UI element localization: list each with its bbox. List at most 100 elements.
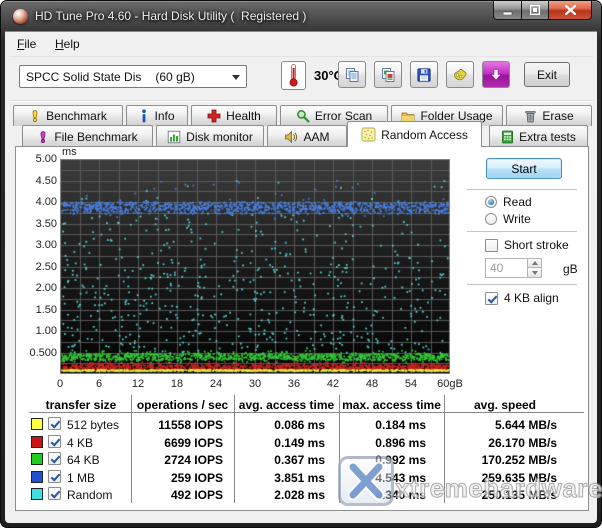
trash-icon [524, 109, 537, 123]
checkbox-checked-icon [485, 292, 498, 305]
col-header-max-access: max. access time [341, 398, 442, 412]
align-checkbox[interactable]: 4 KB align [485, 291, 559, 305]
tab-extra-tests[interactable]: Extra tests [489, 125, 588, 147]
tab-random-access[interactable]: Random Access [347, 121, 482, 147]
table-column-rule [234, 395, 235, 503]
series-checkbox[interactable] [48, 487, 61, 500]
copy-image-button[interactable] [374, 61, 402, 88]
save-icon [416, 67, 432, 83]
down-arrow-icon [489, 68, 503, 82]
file-benchmark-icon [37, 130, 49, 144]
x-tick-label: 54 [391, 378, 431, 390]
copy-icon [344, 67, 360, 83]
series-color-swatch [31, 453, 43, 465]
y-tick-label: 4.50 [36, 175, 57, 187]
separator [467, 231, 577, 233]
y-tick-label: 4.00 [36, 196, 57, 208]
hand-icon [452, 67, 468, 83]
tab-health[interactable]: Health [191, 105, 277, 126]
screenshot: HD Tune Pro 4.60 - Hard Disk Utility ( R… [0, 0, 602, 528]
drive-name: SPCC Solid State Dis [26, 70, 141, 84]
series-color-swatch [31, 488, 43, 500]
watermark-logo [338, 456, 394, 506]
minimize-button[interactable] [493, 1, 522, 20]
table-column-rule [131, 395, 132, 503]
calculator-icon [501, 130, 514, 144]
checkbox-unchecked-icon [485, 239, 498, 252]
y-axis-unit-label: ms [62, 146, 77, 158]
series-color-swatch [31, 436, 43, 448]
start-button[interactable]: Start [486, 158, 562, 179]
series-checkbox[interactable] [48, 435, 61, 448]
x-tick-label: 36 [274, 378, 314, 390]
close-icon [565, 5, 576, 15]
title-bar: HD Tune Pro 4.60 - Hard Disk Utility ( R… [1, 1, 601, 31]
window-controls [493, 1, 592, 20]
menu-file[interactable]: File [17, 37, 36, 51]
speaker-icon [284, 130, 298, 144]
series-color-swatch [31, 418, 43, 430]
app-icon [13, 9, 28, 24]
close-button[interactable] [549, 1, 592, 20]
chevron-down-icon [232, 75, 240, 80]
short-stroke-size-input[interactable] [485, 258, 527, 278]
y-axis-tick-labels: 0.5001.001.502.002.503.003.504.004.505.0… [19, 159, 57, 374]
x-tick-label: 6 [79, 378, 119, 390]
separator [467, 284, 577, 286]
y-tick-label: 2.50 [36, 261, 57, 273]
menu-help[interactable]: Help [55, 37, 80, 51]
magnifier-icon [296, 109, 310, 123]
short-stroke-checkbox[interactable]: Short stroke [485, 238, 569, 252]
col-header-operations: operations / sec [133, 398, 232, 412]
radio-icon [485, 213, 497, 225]
y-tick-label: 1.50 [36, 304, 57, 316]
table-header-rule [29, 412, 584, 413]
tab-file-benchmark[interactable]: File Benchmark [22, 125, 153, 147]
chart-canvas [60, 159, 450, 374]
exit-button[interactable]: Exit [524, 62, 570, 87]
tab-aam[interactable]: AAM [267, 125, 347, 147]
x-tick-label: 24 [196, 378, 236, 390]
drive-select[interactable]: SPCC Solid State Dis (60 gB) [19, 65, 247, 88]
x-tick-label: 60gB [430, 378, 470, 390]
y-tick-label: 3.50 [36, 218, 57, 230]
col-header-avg-access: avg. access time [236, 398, 337, 412]
download-results-button[interactable] [482, 61, 510, 88]
watermark-x-icon [341, 459, 391, 503]
tab-info[interactable]: Info [126, 105, 188, 126]
up-arrow-icon [532, 261, 538, 265]
temperature-button[interactable] [281, 61, 306, 90]
minimize-icon [503, 6, 513, 15]
random-access-icon [361, 127, 376, 142]
y-tick-label: 1.00 [36, 325, 57, 337]
app-window: HD Tune Pro 4.60 - Hard Disk Utility ( R… [0, 0, 602, 528]
options-button[interactable] [446, 61, 474, 88]
series-checkbox[interactable] [48, 452, 61, 465]
tab-disk-monitor[interactable]: Disk monitor [156, 125, 264, 147]
spin-down-button[interactable] [527, 268, 542, 278]
x-tick-label: 48 [352, 378, 392, 390]
maximize-icon [530, 5, 540, 15]
spin-up-button[interactable] [527, 258, 542, 268]
toolbar-separator [9, 100, 593, 102]
unit-label: gB [563, 262, 578, 276]
y-tick-label: 3.00 [36, 239, 57, 251]
window-title: HD Tune Pro 4.60 - Hard Disk Utility ( R… [35, 9, 306, 23]
col-header-transfer-size: transfer size [31, 398, 131, 412]
info-icon [139, 109, 149, 123]
maximize-button[interactable] [522, 1, 549, 20]
series-checkbox[interactable] [48, 417, 61, 430]
save-button[interactable] [410, 61, 438, 88]
down-arrow-icon [532, 271, 538, 275]
tab-erase[interactable]: Erase [506, 105, 592, 126]
radio-selected-icon [485, 196, 497, 208]
copy-image-icon [380, 67, 396, 83]
tab-benchmark[interactable]: Benchmark [13, 105, 123, 126]
read-radio[interactable]: Read [485, 195, 532, 209]
x-tick-label: 0 [40, 378, 80, 390]
write-radio[interactable]: Write [485, 212, 531, 226]
copy-text-button[interactable] [338, 61, 366, 88]
y-tick-label: 2.00 [36, 282, 57, 294]
series-checkbox[interactable] [48, 470, 61, 483]
col-header-avg-speed: avg. speed [446, 398, 564, 412]
